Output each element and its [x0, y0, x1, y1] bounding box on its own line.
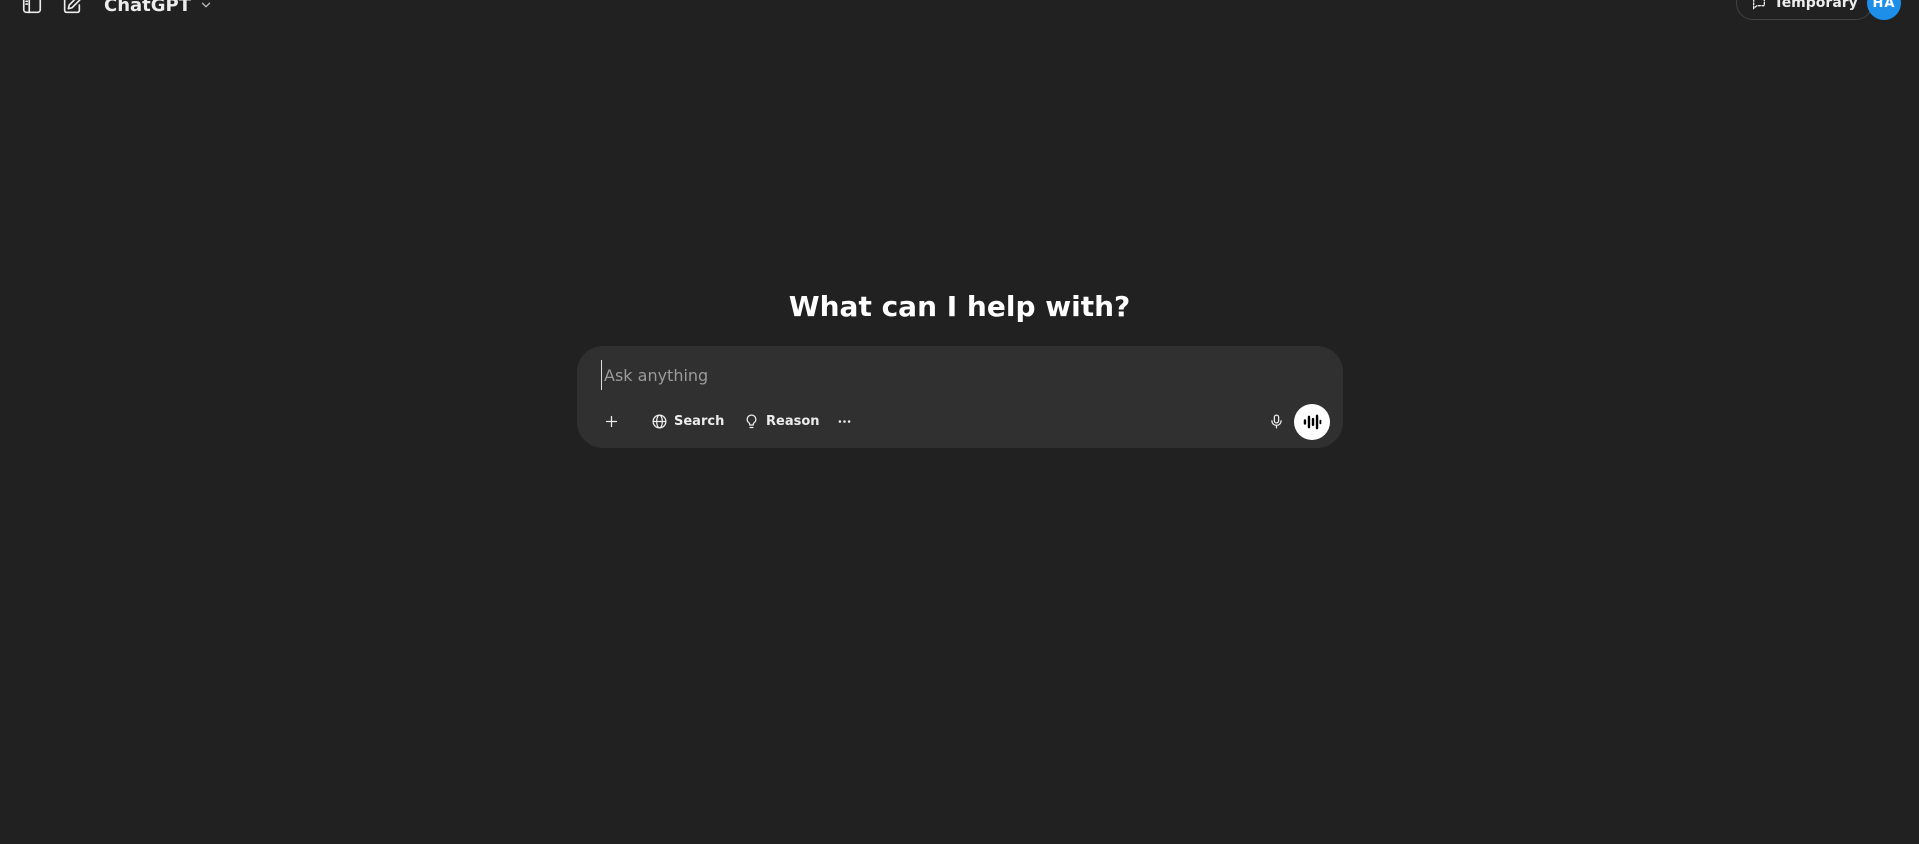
- prompt-input[interactable]: [601, 360, 1306, 390]
- reason-button[interactable]: Reason: [737, 406, 826, 436]
- more-horizontal-icon: [838, 419, 850, 423]
- new-chat-button[interactable]: [55, 0, 89, 22]
- temporary-label: Temporary: [1774, 0, 1858, 11]
- more-tools-button[interactable]: [829, 406, 859, 436]
- model-switcher[interactable]: ChatGPT: [104, 0, 213, 22]
- chat-bubble-dashed-icon: [1753, 0, 1765, 10]
- model-name: ChatGPT: [104, 0, 192, 16]
- lightbulb-icon: [746, 413, 757, 428]
- temporary-chat-button[interactable]: Temporary: [1736, 0, 1873, 20]
- sidebar-toggle-icon: [22, 0, 42, 14]
- search-label: Search: [674, 413, 725, 429]
- edit-icon: [63, 0, 81, 14]
- add-attachment-button[interactable]: [596, 406, 626, 436]
- search-button[interactable]: Search: [645, 406, 730, 436]
- plus-icon: [605, 415, 617, 427]
- dictate-button[interactable]: [1261, 406, 1291, 436]
- avatar[interactable]: HA: [1867, 0, 1901, 20]
- avatar-initials: HA: [1872, 0, 1896, 11]
- globe-icon: [652, 413, 667, 429]
- sidebar-toggle-button[interactable]: [15, 0, 49, 22]
- composer: Search Reason: [577, 346, 1343, 448]
- top-bar: ChatGPT Temporary HA: [0, 0, 1919, 28]
- page-title: What can I help with?: [788, 290, 1131, 323]
- voice-mode-button[interactable]: [1294, 404, 1330, 440]
- voice-waveform-icon: [1303, 414, 1322, 430]
- reason-label: Reason: [766, 413, 820, 429]
- chevron-down-icon: [201, 2, 211, 8]
- microphone-icon: [1270, 413, 1282, 429]
